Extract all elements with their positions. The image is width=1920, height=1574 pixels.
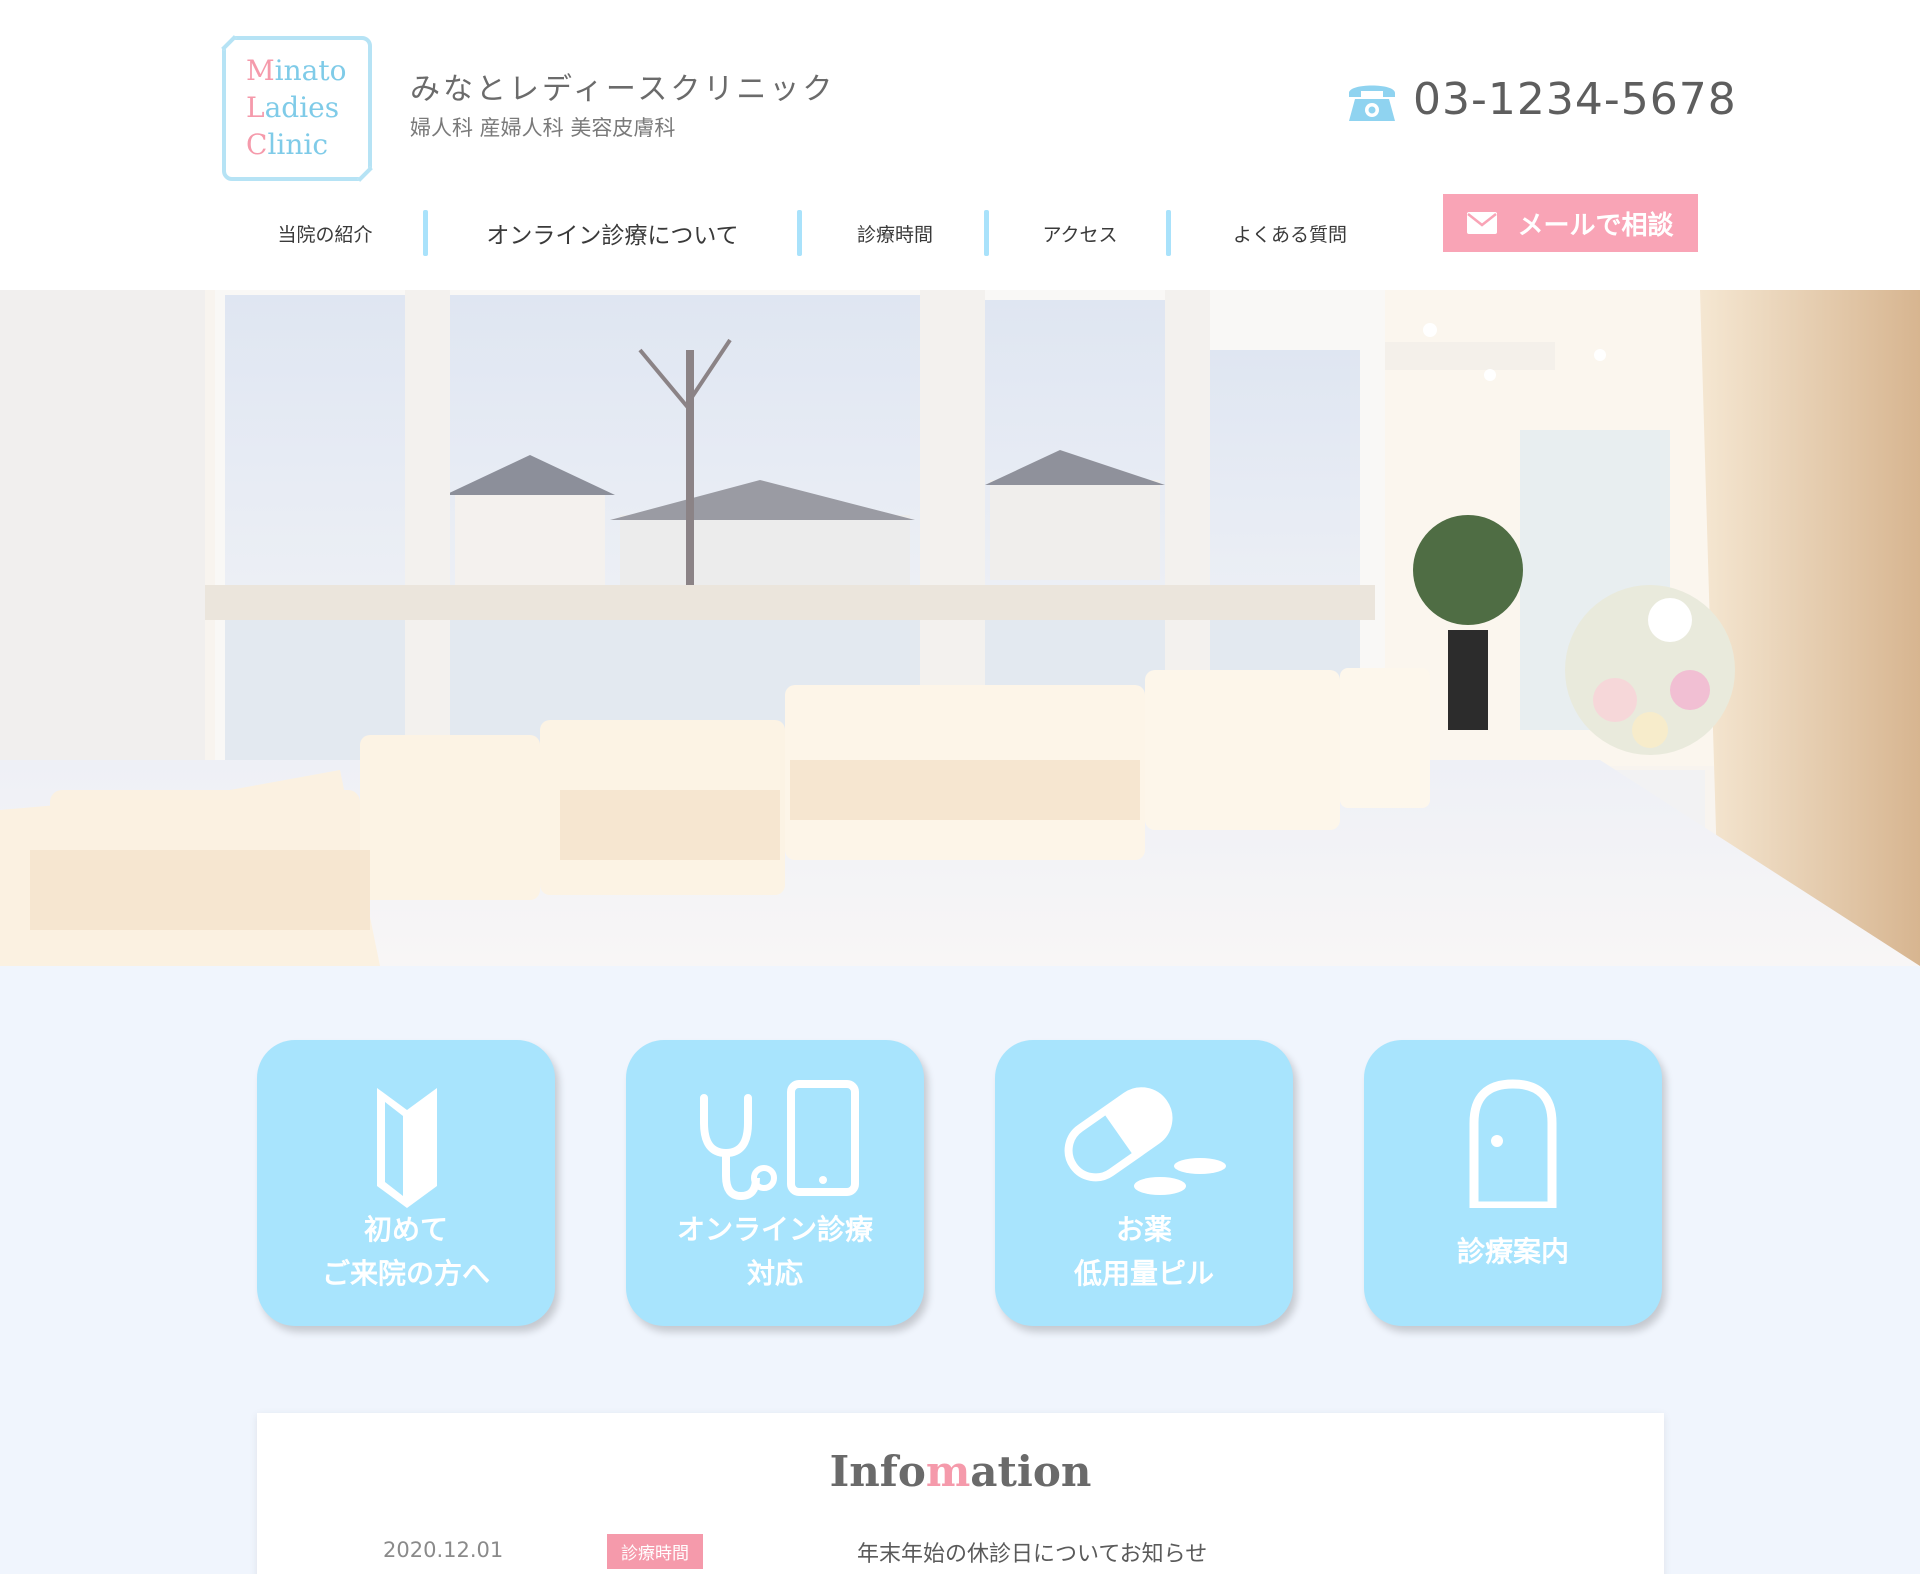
card-first-visit[interactable]: 初めて ご来院の方へ — [257, 1040, 555, 1326]
card-label-line2: ご来院の方へ — [321, 1257, 490, 1290]
card-label-line1: お薬 — [1115, 1213, 1172, 1246]
nav-divider — [423, 210, 428, 256]
clinic-name: みなとレディースクリニック — [410, 72, 836, 107]
card-label-line2: 対応 — [746, 1257, 803, 1290]
card-label-line2: 低用量ピル — [1073, 1257, 1214, 1290]
nav-item-online[interactable]: オンライン診療について — [440, 208, 785, 258]
card-online-consult[interactable]: オンライン診療 対応 — [626, 1040, 924, 1326]
logo-line-1: Minato — [246, 54, 347, 87]
nav-item-faq[interactable]: よくある質問 — [1185, 208, 1395, 258]
mail-consult-button[interactable]: メールで相談 — [1443, 194, 1698, 252]
nav-item-hours[interactable]: 診療時間 — [810, 208, 980, 258]
news-title[interactable]: 年末年始の休診日についてお知らせ — [857, 1536, 1207, 1568]
nav-divider — [984, 210, 989, 256]
nav-item-about[interactable]: 当院の紹介 — [240, 208, 410, 258]
beginner-mark-icon — [377, 1088, 437, 1208]
logo-line-3: Clinic — [246, 128, 329, 161]
clinic-waiting-room-photo — [0, 290, 1920, 966]
clinic-departments: 婦人科 産婦人科 美容皮膚科 — [410, 116, 676, 140]
information-heading: Infomation — [829, 1447, 1092, 1496]
phone-number-text: 03-1234-5678 — [1413, 74, 1737, 125]
card-guide[interactable]: 診療案内 — [1364, 1040, 1662, 1326]
mail-button-label: メールで相談 — [1517, 210, 1674, 241]
hero-photo — [0, 290, 1920, 966]
card-label: 診療案内 — [1456, 1235, 1569, 1268]
nav-item-access[interactable]: アクセス — [995, 208, 1165, 258]
information-section: Infomation 2020.12.01 診療時間 年末年始の休診日についてお… — [257, 1413, 1664, 1574]
nav-divider — [1166, 210, 1171, 256]
news-date: 2020.12.01 — [383, 1538, 504, 1562]
clinic-logo[interactable]: Minato Ladies Clinic — [211, 25, 383, 192]
card-label-line1: オンライン診療 — [676, 1213, 873, 1246]
pill-icon — [1064, 1087, 1226, 1195]
envelope-icon — [1467, 212, 1498, 234]
nav-divider — [797, 210, 802, 256]
card-label-line1: 初めて — [363, 1213, 448, 1246]
phone-number[interactable]: 03-1234-5678 — [1345, 74, 1737, 125]
logo-line-2: Ladies — [246, 91, 340, 124]
news-category-badge: 診療時間 — [607, 1534, 703, 1569]
card-medication[interactable]: お薬 低用量ピル — [995, 1040, 1293, 1326]
service-cards: 初めて ご来院の方へ オンライン診療 対応 お薬 低用量ピル 診療案内 — [0, 1040, 1920, 1330]
telephone-icon — [1349, 85, 1395, 121]
site-header: Minato Ladies Clinic みなとレディースクリニック 婦人科 産… — [0, 0, 1920, 290]
news-item[interactable]: 2020.12.01 診療時間 年末年始の休診日についてお知らせ — [257, 1534, 1664, 1574]
door-icon — [1469, 1079, 1557, 1208]
stethoscope-smartphone-icon — [700, 1080, 859, 1201]
